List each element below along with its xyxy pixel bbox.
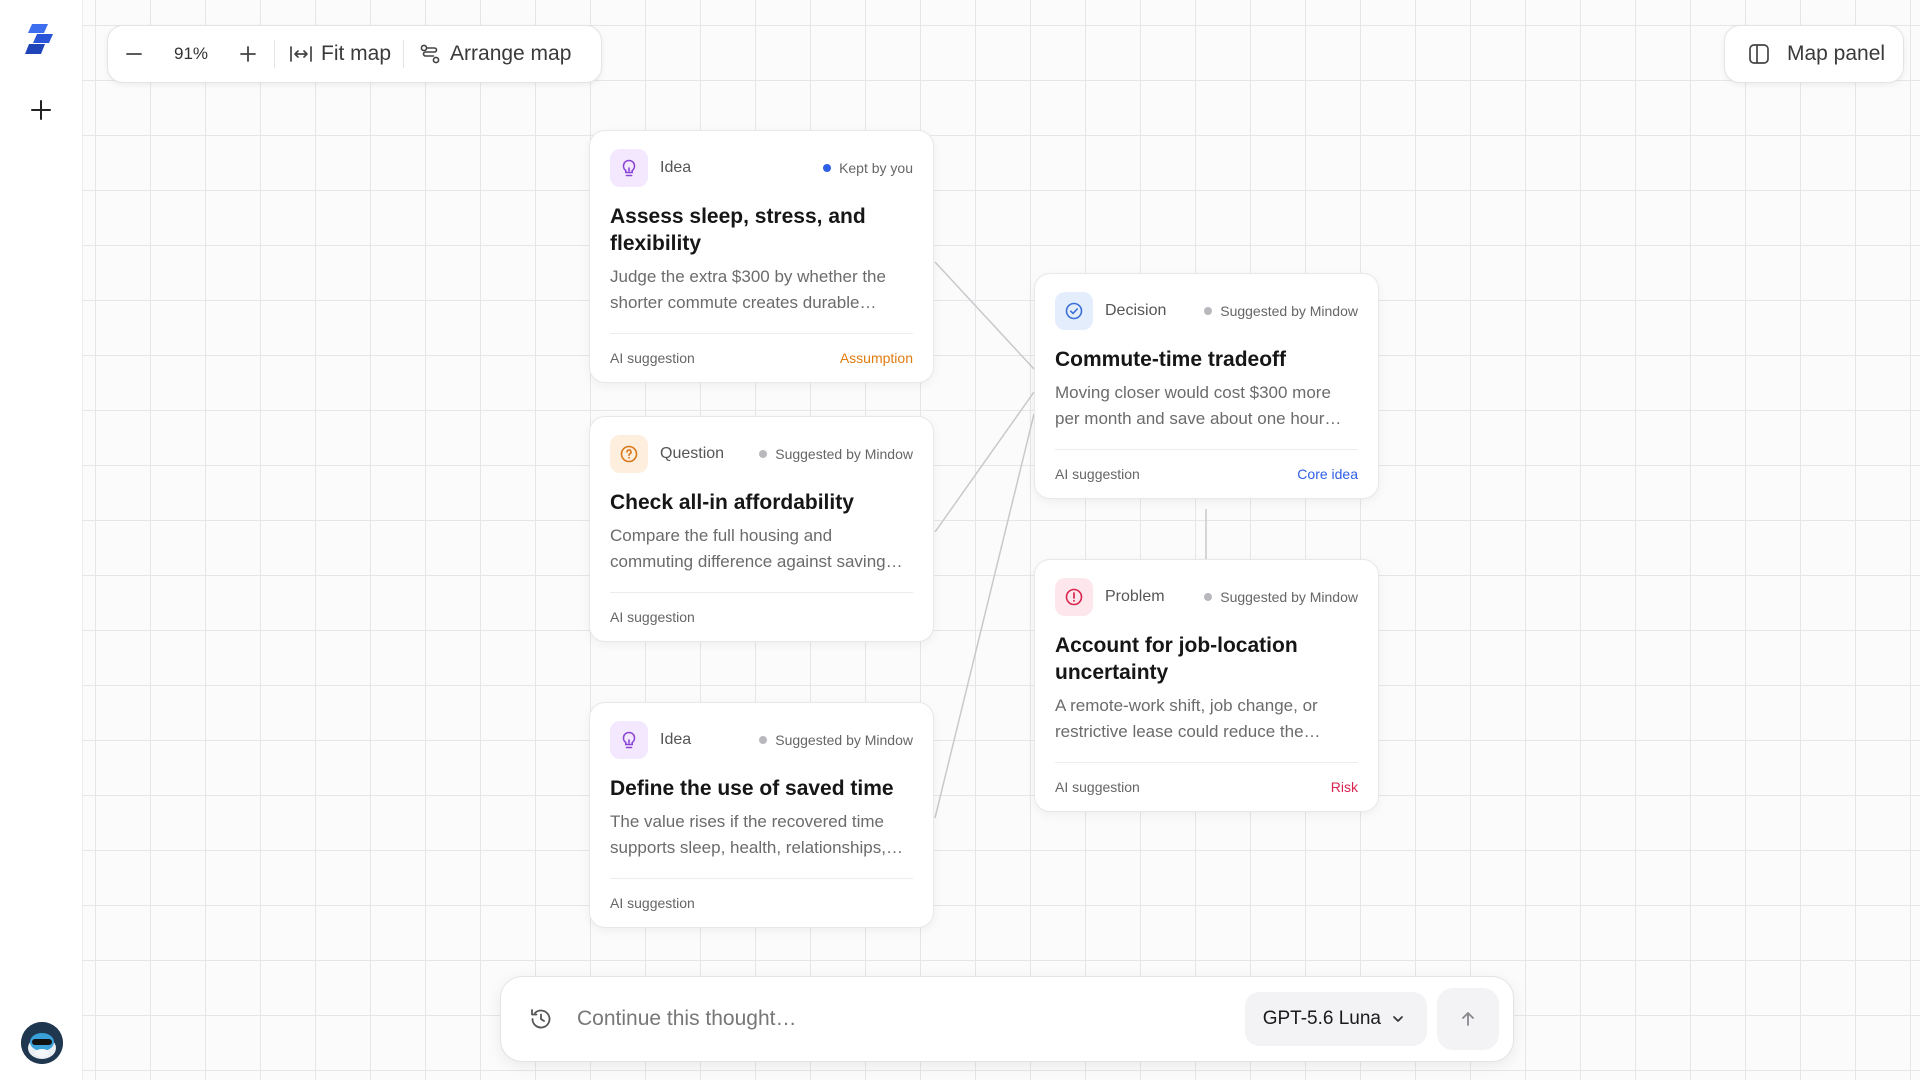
- node-description: The value rises if the recovered time su…: [610, 812, 903, 857]
- node-description: A remote-work shift, job change, or rest…: [1055, 696, 1321, 741]
- node-origin: AI suggestion: [1055, 779, 1140, 795]
- node-tag: Assumption: [839, 350, 913, 366]
- node-type-label: Decision: [1105, 302, 1167, 319]
- node-origin: AI suggestion: [1055, 466, 1140, 482]
- history-icon[interactable]: [527, 1005, 555, 1033]
- send-button[interactable]: [1437, 988, 1499, 1050]
- model-select[interactable]: GPT-5.6 Luna: [1244, 992, 1427, 1046]
- chevron-down-icon: [1387, 1005, 1409, 1033]
- check-circle-icon: [1055, 292, 1093, 330]
- arrange-icon: [416, 40, 444, 68]
- status-dot: [1204, 593, 1213, 601]
- node-status: Suggested by Mindow: [1204, 589, 1358, 605]
- lightbulb-icon: [610, 149, 648, 187]
- node-tag: Core idea: [1297, 466, 1358, 482]
- node-title: Define the use of saved time: [610, 777, 894, 800]
- node-footer: AI suggestion: [610, 878, 913, 927]
- map-panel-label: Map panel: [1787, 42, 1886, 65]
- minus-icon: [120, 40, 148, 68]
- node-title: Assess sleep, stress, and flexibility: [610, 205, 866, 255]
- arrow-up-icon: [1454, 1005, 1482, 1033]
- alert-icon: [1055, 578, 1093, 616]
- node-title: Check all-in affordability: [610, 491, 854, 514]
- node-footer: AI suggestion Core idea: [1055, 449, 1358, 498]
- toolbar-divider: [403, 40, 405, 68]
- panel-icon: [1745, 40, 1773, 68]
- node-description: Moving closer would cost $300 more per m…: [1055, 383, 1342, 428]
- node-status-text: Suggested by Mindow: [775, 446, 913, 462]
- plus-icon: [30, 99, 52, 126]
- arrange-map-label: Arrange map: [450, 42, 572, 65]
- node-origin: AI suggestion: [610, 895, 695, 911]
- arrange-map-button[interactable]: Arrange map: [416, 40, 571, 68]
- status-dot: [759, 736, 768, 744]
- node-status: Kept by you: [823, 160, 913, 176]
- node-status: Suggested by Mindow: [759, 446, 913, 462]
- app-logo[interactable]: [23, 21, 59, 57]
- user-avatar[interactable]: [21, 1022, 63, 1064]
- node-origin: AI suggestion: [610, 350, 695, 366]
- node-card-decision-commute[interactable]: Decision Suggested by Mindow Commute-tim…: [1034, 273, 1379, 499]
- toolbar-divider: [274, 40, 275, 68]
- sidebar: [0, 0, 83, 1080]
- node-status: Suggested by Mindow: [1204, 303, 1358, 319]
- zoom-level: 91%: [173, 44, 209, 63]
- map-canvas[interactable]: [83, 0, 1920, 1080]
- status-dot: [1204, 307, 1213, 315]
- composer-bar: GPT-5.6 Luna: [500, 976, 1514, 1062]
- node-status-text: Suggested by Mindow: [1220, 589, 1358, 605]
- plus-icon: [234, 40, 262, 68]
- node-footer: AI suggestion Risk: [1055, 762, 1358, 811]
- node-type-label: Problem: [1105, 588, 1165, 605]
- question-icon: [610, 435, 648, 473]
- fit-map-label: Fit map: [321, 42, 392, 65]
- status-dot: [823, 164, 832, 172]
- node-origin: AI suggestion: [610, 609, 695, 625]
- node-card-idea-sleep[interactable]: Idea Kept by you Assess sleep, stress, a…: [589, 130, 934, 383]
- map-toolbar: 91% Fit map Arrange map: [107, 25, 602, 83]
- node-status-text: Kept by you: [839, 160, 913, 176]
- fit-map-button[interactable]: Fit map: [287, 40, 391, 68]
- node-footer: AI suggestion: [610, 592, 913, 641]
- node-title: Account for job-location uncertainty: [1055, 634, 1298, 684]
- fit-width-icon: [287, 40, 315, 68]
- node-card-question-affordability[interactable]: Question Suggested by Mindow Check all-i…: [589, 416, 934, 642]
- composer-input[interactable]: [575, 1006, 1245, 1032]
- node-tag: Risk: [1330, 779, 1358, 795]
- node-footer: AI suggestion Assumption: [610, 333, 913, 382]
- new-map-button[interactable]: [25, 96, 57, 128]
- node-description: Compare the full housing and commuting d…: [610, 526, 903, 571]
- node-type-label: Idea: [660, 159, 692, 176]
- zoom-out-button[interactable]: [120, 40, 148, 68]
- node-type-label: Idea: [660, 731, 692, 748]
- node-card-problem-job-location[interactable]: Problem Suggested by Mindow Account for …: [1034, 559, 1379, 812]
- node-status-text: Suggested by Mindow: [1220, 303, 1358, 319]
- node-title: Commute-time tradeoff: [1055, 348, 1287, 371]
- map-panel-button[interactable]: Map panel: [1724, 25, 1904, 83]
- model-select-label: GPT-5.6 Luna: [1262, 1008, 1381, 1029]
- node-status: Suggested by Mindow: [759, 732, 913, 748]
- node-status-text: Suggested by Mindow: [775, 732, 913, 748]
- zoom-in-button[interactable]: [234, 40, 262, 68]
- lightbulb-icon: [610, 721, 648, 759]
- node-card-idea-saved-time[interactable]: Idea Suggested by Mindow Define the use …: [589, 702, 934, 928]
- node-description: Judge the extra $300 by whether the shor…: [610, 267, 886, 312]
- node-type-label: Question: [660, 445, 725, 462]
- status-dot: [759, 450, 768, 458]
